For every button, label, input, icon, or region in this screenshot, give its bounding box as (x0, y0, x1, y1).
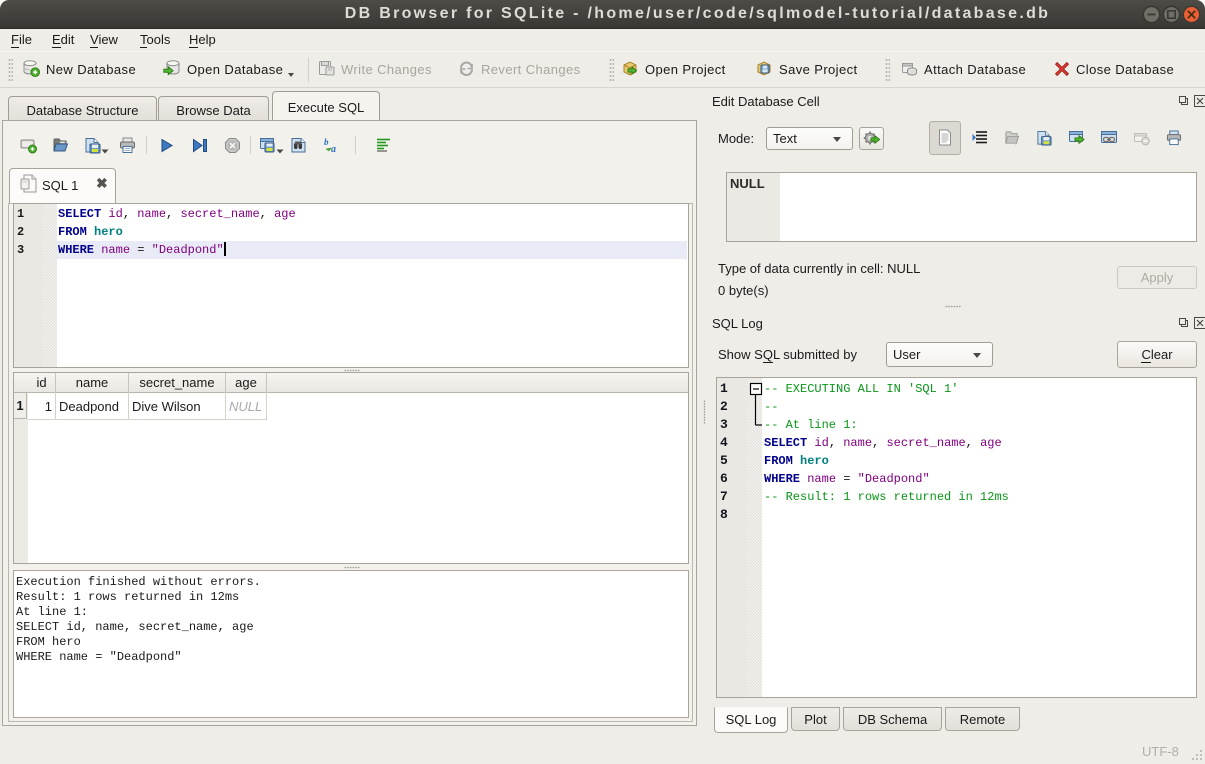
svg-text:b: b (324, 137, 329, 147)
svg-text:a: a (331, 144, 336, 154)
